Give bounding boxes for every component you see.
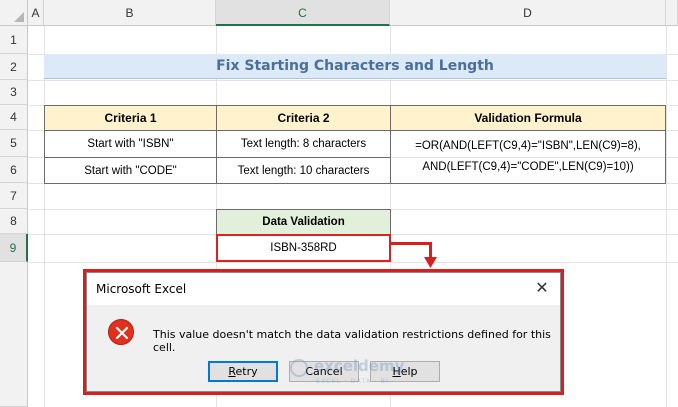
row-header-8[interactable]: 8 <box>0 209 28 234</box>
header-data-validation[interactable]: Data Validation <box>216 209 391 235</box>
column-header-b[interactable]: B <box>44 0 216 26</box>
arrow-connector-horizontal <box>391 242 432 245</box>
retry-button[interactable]: Retry <box>208 361 278 382</box>
header-criteria-1[interactable]: Criteria 1 <box>44 105 217 131</box>
sheet-title: Fix Starting Characters and Length <box>44 54 666 79</box>
gridline <box>28 262 678 263</box>
row-header-rest <box>0 262 28 407</box>
cell-criteria-1-row-1[interactable]: Start with "ISBN" <box>44 130 217 158</box>
cell-validation-formula[interactable]: =OR(AND(LEFT(C9,4)="ISBN",LEN(C9)=8), AN… <box>390 130 666 184</box>
dialog-title: Microsoft Excel <box>96 282 187 296</box>
row-header-4[interactable]: 4 <box>0 105 28 130</box>
watermark-tagline: EXCEL · DATA · BI <box>316 377 389 385</box>
data-validation-input-cell[interactable]: ISBN-358RD <box>216 234 391 262</box>
select-all-icon <box>14 12 24 22</box>
cell-criteria-2-row-2[interactable]: Text length: 10 characters <box>216 157 391 184</box>
column-header-e[interactable] <box>666 0 678 26</box>
header-validation-formula[interactable]: Validation Formula <box>390 105 666 131</box>
row-header-7[interactable]: 7 <box>0 183 28 209</box>
spreadsheet: A B C D 1 2 3 4 5 6 7 8 9 Fix Starting C… <box>0 0 678 407</box>
row-header-2[interactable]: 2 <box>0 54 28 80</box>
gridline <box>28 80 678 81</box>
column-header-c[interactable]: C <box>216 0 390 26</box>
row-header-6[interactable]: 6 <box>0 157 28 183</box>
gridline <box>666 26 667 407</box>
gridline <box>44 26 45 407</box>
cell-criteria-2-row-1[interactable]: Text length: 8 characters <box>216 130 391 158</box>
watermark: exceldemy EXCEL · DATA · BI <box>290 357 460 393</box>
row-header-1[interactable]: 1 <box>0 26 28 54</box>
column-header-d[interactable]: D <box>390 0 666 26</box>
arrow-head-icon <box>424 257 437 268</box>
row-header-9[interactable]: 9 <box>0 234 28 262</box>
formula-line-1: =OR(AND(LEFT(C9,4)="ISBN",LEN(C9)=8), <box>415 140 641 152</box>
dialog-message: This value doesn't match the data valida… <box>153 328 551 354</box>
watermark-logo-icon <box>290 359 308 377</box>
select-all-corner[interactable] <box>0 0 28 26</box>
watermark-name: exceldemy <box>314 357 405 375</box>
retry-accelerator: R <box>228 365 236 378</box>
row-header-5[interactable]: 5 <box>0 130 28 157</box>
error-icon <box>108 319 134 345</box>
formula-line-2: AND(LEFT(C9,4)="CODE",LEN(C9)=10)) <box>422 161 634 173</box>
close-icon[interactable]: ✕ <box>532 279 552 299</box>
row-header-3[interactable]: 3 <box>0 80 28 105</box>
cell-criteria-1-row-2[interactable]: Start with "CODE" <box>44 157 217 184</box>
column-header-a[interactable]: A <box>28 0 44 26</box>
dialog-titlebar[interactable]: Microsoft Excel ✕ <box>87 273 560 305</box>
retry-label: etry <box>235 365 258 378</box>
header-criteria-2[interactable]: Criteria 2 <box>216 105 391 131</box>
